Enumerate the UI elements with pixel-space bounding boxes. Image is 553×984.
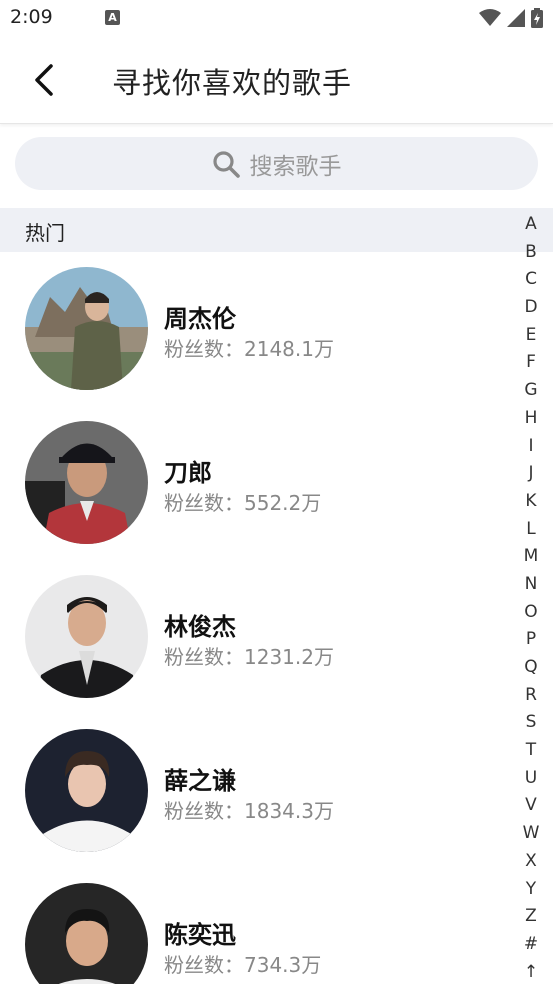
index-letter[interactable]: J — [517, 460, 545, 488]
index-letter[interactable]: H — [517, 405, 545, 433]
index-letter[interactable]: G — [517, 377, 545, 405]
status-icons — [479, 8, 543, 28]
artist-row[interactable]: 刀郎 粉丝数：552.2万 — [0, 406, 510, 560]
chevron-left-icon — [35, 64, 53, 96]
index-letter[interactable]: O — [517, 599, 545, 627]
index-letter[interactable]: Z — [517, 903, 545, 931]
index-letter[interactable]: Y — [517, 876, 545, 904]
index-letter[interactable]: B — [517, 239, 545, 267]
index-letter[interactable]: E — [517, 322, 545, 350]
search-placeholder: 搜索歌手 — [249, 153, 342, 180]
artist-name: 陈奕迅 — [164, 921, 236, 949]
index-letter[interactable]: X — [517, 848, 545, 876]
index-letter[interactable]: V — [517, 792, 545, 820]
app-header: 寻找你喜欢的歌手 — [0, 38, 553, 124]
artist-avatar — [25, 421, 148, 544]
index-letter[interactable]: P — [517, 626, 545, 654]
wifi-icon — [479, 9, 501, 26]
artist-avatar — [25, 575, 148, 698]
artist-fans: 粉丝数：734.3万 — [164, 953, 322, 977]
notification-icon: A — [105, 10, 120, 25]
index-letter[interactable]: R — [517, 682, 545, 710]
index-letter[interactable]: W — [517, 820, 545, 848]
index-letter[interactable]: ↑ — [517, 959, 545, 984]
artist-name: 薛之谦 — [164, 767, 236, 795]
index-letter[interactable]: K — [517, 488, 545, 516]
section-header: 热门 — [0, 208, 553, 252]
artist-row[interactable]: 林俊杰 粉丝数：1231.2万 — [0, 560, 510, 714]
search-icon — [212, 150, 240, 178]
page-title: 寻找你喜欢的歌手 — [112, 66, 353, 100]
artist-row[interactable]: 周杰伦 粉丝数：2148.1万 — [0, 252, 510, 406]
index-letter[interactable]: D — [517, 294, 545, 322]
artist-row[interactable]: 薛之谦 粉丝数：1834.3万 — [0, 714, 510, 868]
battery-charging-icon — [531, 8, 543, 28]
index-letter[interactable]: C — [517, 266, 545, 294]
index-letter[interactable]: A — [517, 211, 545, 239]
artist-fans: 粉丝数：2148.1万 — [164, 337, 334, 361]
index-letter[interactable]: N — [517, 571, 545, 599]
artist-fans: 粉丝数：1231.2万 — [164, 645, 334, 669]
search-input[interactable]: 搜索歌手 — [15, 137, 538, 190]
index-letter[interactable]: L — [517, 516, 545, 544]
artist-fans: 粉丝数：552.2万 — [164, 491, 322, 515]
artist-fans: 粉丝数：1834.3万 — [164, 799, 334, 823]
index-letter[interactable]: # — [517, 931, 545, 959]
index-letter[interactable]: S — [517, 709, 545, 737]
artist-name: 刀郎 — [164, 459, 212, 487]
artist-avatar — [25, 729, 148, 852]
artist-avatar — [25, 267, 148, 390]
section-title: 热门 — [25, 221, 65, 245]
signal-icon — [507, 9, 525, 27]
index-letter[interactable]: T — [517, 737, 545, 765]
index-letter[interactable]: M — [517, 543, 545, 571]
artist-avatar — [25, 883, 148, 984]
index-letter[interactable]: Q — [517, 654, 545, 682]
artist-name: 林俊杰 — [164, 613, 236, 641]
index-letter[interactable]: U — [517, 765, 545, 793]
status-bar: 2:09 A — [0, 0, 553, 38]
status-time: 2:09 — [10, 6, 53, 28]
back-button[interactable] — [26, 62, 62, 98]
index-letter[interactable]: F — [517, 349, 545, 377]
artist-row[interactable]: 陈奕迅 粉丝数：734.3万 — [0, 868, 510, 984]
alphabet-index: A B C D E F G H I J K L M N O P Q R S T U V W X Y Z # ↑ — [517, 211, 545, 984]
artist-name: 周杰伦 — [164, 305, 236, 333]
index-letter[interactable]: I — [517, 433, 545, 461]
